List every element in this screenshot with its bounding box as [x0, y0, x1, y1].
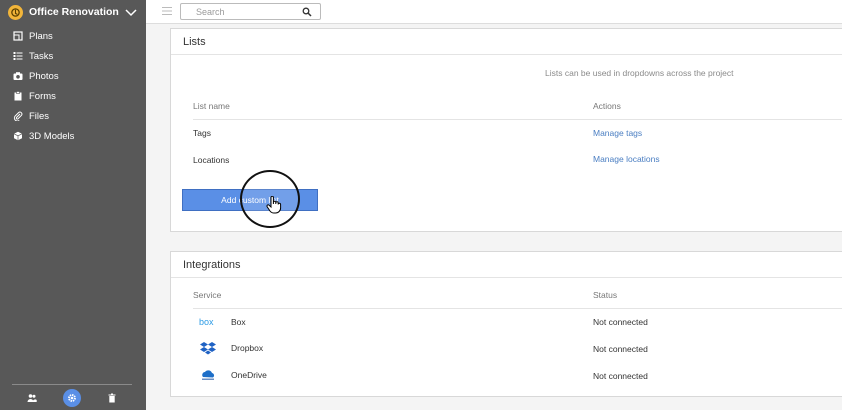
search-icon[interactable] [302, 7, 312, 17]
lists-title: Lists [171, 29, 842, 55]
trash-icon [108, 393, 116, 402]
header-divider [193, 308, 842, 309]
status-onedrive: Not connected [593, 371, 648, 381]
cube-icon [12, 131, 23, 142]
dropbox-icon [199, 341, 217, 355]
settings-button[interactable] [63, 388, 81, 407]
project-logo-icon [8, 4, 23, 20]
list-name-locations: Locations [193, 155, 230, 165]
manage-locations-link[interactable]: Manage locations [593, 154, 660, 164]
tasks-icon [12, 51, 23, 62]
box-icon: box [199, 315, 217, 329]
search-box [180, 3, 321, 20]
project-name: Office Renovation [29, 6, 119, 18]
paperclip-icon [12, 111, 23, 122]
sidebar-item-forms[interactable]: Forms [0, 86, 146, 106]
service-dropbox: Dropbox [231, 343, 264, 353]
column-header-service: Service [193, 290, 222, 300]
service-box: Box [231, 317, 246, 327]
people-icon [27, 393, 37, 402]
camera-icon [12, 71, 23, 82]
sidebar-item-photos[interactable]: Photos [0, 66, 146, 86]
status-box: Not connected [593, 317, 648, 327]
search-input[interactable] [196, 6, 296, 18]
column-header-status: Status [593, 290, 618, 300]
sidebar-item-label: Files [29, 110, 50, 122]
sidebar-item-3d-models[interactable]: 3D Models [0, 126, 146, 146]
project-switcher[interactable]: Office Renovation [0, 0, 146, 24]
trash-button[interactable] [103, 389, 121, 407]
hamburger-menu-icon[interactable] [161, 5, 173, 17]
sidebar-item-label: Tasks [29, 50, 54, 62]
sidebar-item-tasks[interactable]: Tasks [0, 46, 146, 66]
svg-text:box: box [199, 317, 214, 327]
status-dropbox: Not connected [593, 344, 648, 354]
integrations-panel: Integrations Service Status box Box Not … [170, 251, 842, 397]
service-onedrive: OneDrive [231, 370, 267, 380]
sidebar-item-plans[interactable]: Plans [0, 26, 146, 46]
people-button[interactable] [23, 389, 41, 407]
sidebar-item-label: Plans [29, 30, 53, 42]
hand-cursor-icon [266, 196, 282, 214]
sidebar-item-label: 3D Models [29, 130, 75, 142]
sidebar-item-files[interactable]: Files [0, 106, 146, 126]
clipboard-icon [12, 91, 23, 102]
topbar [146, 0, 842, 24]
sidebar-item-label: Photos [29, 70, 59, 82]
sidebar-footer [12, 384, 132, 410]
onedrive-icon [199, 368, 217, 382]
manage-tags-link[interactable]: Manage tags [593, 128, 642, 138]
gear-icon [68, 393, 76, 402]
plans-icon [12, 31, 23, 42]
sidebar-item-label: Forms [29, 90, 56, 102]
list-name-tags: Tags [193, 128, 211, 138]
chevron-down-icon[interactable] [124, 5, 138, 19]
header-divider [193, 119, 842, 120]
sidebar: Office Renovation Plans Tasks Photos For… [0, 0, 146, 410]
lists-hint: Lists can be used in dropdowns across th… [545, 68, 734, 78]
integrations-title: Integrations [171, 252, 842, 278]
column-header-actions: Actions [593, 101, 621, 111]
sidebar-nav: Plans Tasks Photos Forms Files 3D Models [0, 26, 146, 146]
column-header-list-name: List name [193, 101, 230, 111]
